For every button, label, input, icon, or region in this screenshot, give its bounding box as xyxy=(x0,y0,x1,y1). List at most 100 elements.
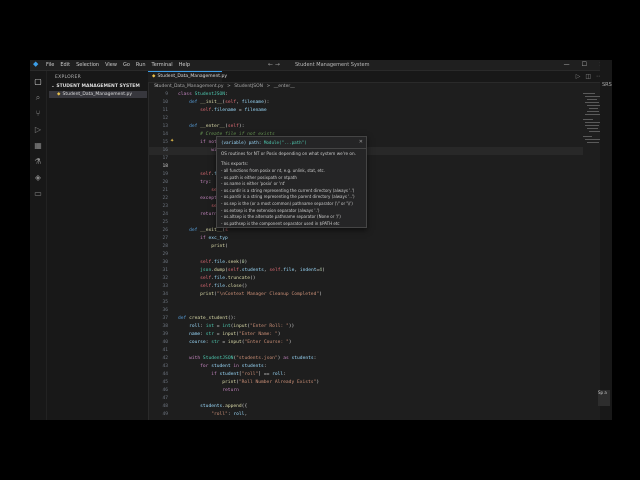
breadcrumb-file[interactable]: Student_Data_Management.py xyxy=(154,84,224,89)
extensions-icon[interactable]: ▦ xyxy=(33,141,43,151)
code-line: 41 xyxy=(162,348,168,353)
code-line: 47 xyxy=(162,396,168,401)
code-line: 40 course: str = input("Enter Course: ") xyxy=(162,340,292,345)
minimize-button[interactable]: — xyxy=(564,61,570,69)
code-line: 38 roll: int = int(input("Enter Roll: ")… xyxy=(162,324,295,329)
vscode-logo-icon: ◆ xyxy=(33,60,39,68)
list-item: - all functions from posix or nt, e.g. u… xyxy=(221,168,325,173)
menu-view[interactable]: View xyxy=(105,61,117,69)
breadcrumb-sep: > xyxy=(227,84,231,89)
hover-signature: (variable) path: Module("...path") xyxy=(221,140,307,145)
code-line: 26 def __exit__(s xyxy=(162,228,228,233)
menu-run[interactable]: Run xyxy=(136,61,146,69)
right-panel-strip: SRS xyxy=(600,60,612,420)
menu-file[interactable]: File xyxy=(46,61,54,69)
code-line: 42 with StudentJSON("students.json") as … xyxy=(162,356,317,361)
code-line: 20 try: xyxy=(162,180,212,185)
breadcrumb: Student_Data_Management.py > StudentJSON… xyxy=(148,83,297,91)
tab-label: Student_Data_Management.py xyxy=(157,74,228,79)
explorer-sidebar: EXPLORER ⌄ STUDENT MANAGEMENT SYSTEM ◆ St… xyxy=(47,71,149,420)
code-line: 39 name: str = input("Enter Name: ") xyxy=(162,332,281,337)
code-line: 10 def __init__(self, filename): xyxy=(162,100,270,105)
list-item: - os.pardir is a string representing the… xyxy=(221,194,355,200)
code-line: 48 students.append({ xyxy=(162,404,248,409)
code-line: 46 return xyxy=(162,388,239,393)
breadcrumb-class[interactable]: StudentJSON xyxy=(234,84,263,89)
side-panel-label[interactable]: SRS xyxy=(602,82,612,88)
python-file-icon: ◆ xyxy=(57,92,61,97)
code-line: 27 if exc_typ xyxy=(162,236,228,241)
file-label: Student_Data_Management.py xyxy=(62,92,133,97)
code-line: 31 json.dump(self.students, self.file, i… xyxy=(162,268,325,273)
list-item: - os.pathsep is the component separator … xyxy=(221,220,340,226)
list-item: - os.extsep is the extension separator (… xyxy=(221,207,320,213)
notification-toast[interactable]: Sp a xyxy=(598,390,610,406)
python-icon[interactable]: ◈ xyxy=(33,173,43,183)
code-line: 33 self.file.close() xyxy=(162,284,248,289)
code-line: 29 xyxy=(162,252,168,257)
list-item: - os.altsep is the alternate pathname se… xyxy=(221,214,341,220)
python-file-icon: ◆ xyxy=(152,74,156,79)
run-file-icon[interactable]: ▷ xyxy=(576,72,581,81)
code-line: 28 print( xyxy=(162,244,228,249)
tab-student-data-management[interactable]: ◆ Student_Data_Management.py × xyxy=(148,71,227,89)
explorer-title: EXPLORER xyxy=(55,75,82,80)
code-line: 49 "roll": roll, xyxy=(162,412,248,417)
explorer-icon[interactable]: ▢ xyxy=(33,77,43,87)
window-title[interactable]: Student Management System xyxy=(295,61,369,69)
list-item: - os.name is either 'posix' or 'nt' xyxy=(221,181,286,187)
menu-terminal[interactable]: Terminal xyxy=(152,61,173,69)
hover-description: OS routines for NT or Posix depending on… xyxy=(221,151,356,156)
code-line: 25 xyxy=(162,220,168,225)
run-debug-icon[interactable]: ▷ xyxy=(33,125,43,135)
breadcrumb-sep: > xyxy=(266,84,271,89)
breadcrumb-method[interactable]: __enter__ xyxy=(274,84,295,89)
tab-bar: ◆ Student_Data_Management.py × ▷ ◫ ⋯ xyxy=(148,71,610,89)
nav-arrows[interactable]: ← → xyxy=(268,61,280,69)
hover-signature-type: Module("...path") xyxy=(263,140,307,145)
hover-tooltip: ✕ (variable) path: Module("...path") OS … xyxy=(216,136,367,228)
maximize-button[interactable]: ☐ xyxy=(582,61,587,69)
hover-divider xyxy=(217,148,366,149)
split-editor-icon[interactable]: ◫ xyxy=(585,72,591,81)
code-line: 19 self.file xyxy=(162,172,225,177)
code-line: 9 class StudentJSON: xyxy=(165,92,228,97)
menu-help[interactable]: Help xyxy=(179,61,190,69)
folder-label: STUDENT MANAGEMENT SYSTEM xyxy=(56,84,140,89)
code-line: 11 self.filename = filename xyxy=(162,108,267,113)
remote-icon[interactable]: ▭ xyxy=(33,189,43,199)
menu-bar: File Edit Selection View Go Run Terminal… xyxy=(46,61,190,69)
testing-icon[interactable]: ⚗ xyxy=(33,157,43,167)
code-line: 36 xyxy=(162,308,168,313)
code-line: 13 def __enter__(self): xyxy=(162,124,245,129)
code-line: 12 xyxy=(162,116,168,121)
code-line: 44 if student["roll"] == roll: xyxy=(162,372,286,377)
code-line: 30 self.file.seek(0) xyxy=(162,260,248,265)
menu-go[interactable]: Go xyxy=(123,61,130,69)
menu-edit[interactable]: Edit xyxy=(60,61,70,69)
list-item: - os.curdir is a string representing the… xyxy=(221,187,355,193)
window-controls: — ☐ ✕ xyxy=(564,61,604,69)
list-item: - os.sep is the (or a most common) pathn… xyxy=(221,200,353,206)
title-bar: ◆ File Edit Selection View Go Run Termin… xyxy=(30,60,610,71)
hover-exports-list: - all functions from posix or nt, e.g. u… xyxy=(221,168,355,227)
hover-exports-title: This exports: xyxy=(221,161,249,166)
editor-actions: ▷ ◫ ⋯ xyxy=(576,72,602,81)
folder-item[interactable]: ⌄ STUDENT MANAGEMENT SYSTEM xyxy=(51,84,140,89)
code-line: 34 print("\nContext Manager Cleanup Comp… xyxy=(162,292,322,297)
vscode-window: ◆ File Edit Selection View Go Run Termin… xyxy=(30,60,610,420)
menu-selection[interactable]: Selection xyxy=(76,61,99,69)
code-line: 32 self.file.truncate() xyxy=(162,276,256,281)
hover-signature-kind: (variable) path: xyxy=(221,140,262,145)
code-line: 37 def create_student(): xyxy=(162,316,237,321)
list-item: - os.path is either posixpath or ntpath xyxy=(221,174,297,180)
code-line: 45 print("Roll Number Already Exists") xyxy=(162,380,320,385)
file-item[interactable]: ◆ Student_Data_Management.py xyxy=(49,91,147,98)
close-icon[interactable]: ✕ xyxy=(359,139,363,145)
activity-bar: ▢ ⌕ ⑂ ▷ ▦ ⚗ ◈ ▭ xyxy=(30,71,47,420)
code-line: 43 for student in students: xyxy=(162,364,267,369)
search-icon[interactable]: ⌕ xyxy=(33,93,43,103)
source-control-icon[interactable]: ⑂ xyxy=(33,109,43,119)
code-line: 35 xyxy=(162,300,168,305)
code-line: 18 xyxy=(162,164,168,169)
